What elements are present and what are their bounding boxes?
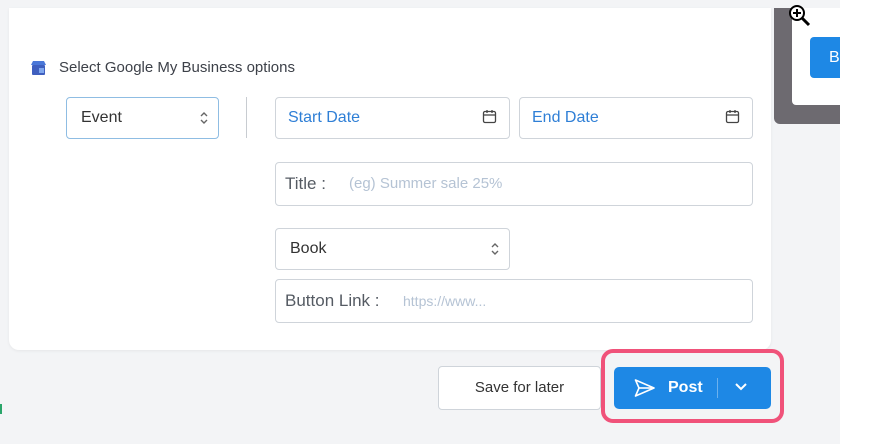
send-icon (634, 379, 655, 397)
title-field-label: Title : (285, 174, 326, 193)
title-field-placeholder: (eg) Summer sale 25% (349, 175, 503, 192)
start-date-label: Start Date (288, 109, 361, 126)
select-arrows-icon (491, 243, 499, 255)
button-link-label: Button Link : (285, 291, 380, 310)
button-link-placeholder: https://www... (403, 293, 487, 309)
post-button[interactable]: Post (614, 367, 771, 409)
button-type-value: Book (290, 240, 327, 257)
side-panel-button[interactable]: B (810, 37, 840, 78)
page-edge (840, 0, 884, 444)
calendar-icon (725, 110, 740, 124)
title-field[interactable]: Title : (eg) Summer sale 25% (275, 162, 753, 206)
section-label: Select Google My Business options (59, 59, 295, 76)
save-for-later-button[interactable]: Save for later (438, 366, 601, 410)
button-separator (717, 378, 718, 398)
end-date-field[interactable]: End Date (519, 97, 753, 139)
end-date-label: End Date (532, 109, 599, 126)
vertical-divider (246, 97, 247, 138)
edge-marker (0, 404, 2, 414)
post-button-label: Post (668, 379, 703, 396)
button-link-field[interactable]: Button Link : https://www... (275, 279, 753, 323)
google-my-business-icon (31, 61, 46, 75)
zoom-in-cursor-icon (789, 5, 811, 27)
button-type-select[interactable]: Book (275, 228, 510, 270)
post-type-value: Event (81, 109, 122, 126)
calendar-icon (482, 110, 497, 124)
select-arrows-icon (200, 112, 208, 124)
start-date-field[interactable]: Start Date (275, 97, 510, 139)
post-type-select[interactable]: Event (66, 97, 219, 139)
chevron-down-icon[interactable] (734, 382, 748, 392)
